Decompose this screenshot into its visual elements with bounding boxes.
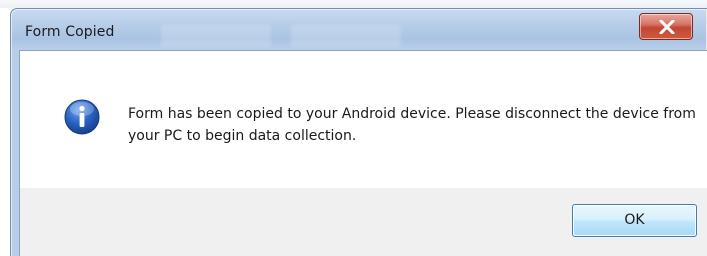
info-icon — [64, 99, 100, 135]
background-ghost — [291, 25, 401, 47]
dialog-title: Form Copied — [25, 24, 115, 40]
screen: Form Copied Form has been copied to your… — [0, 0, 707, 256]
message-area: Form has been copied to your Android dev… — [20, 51, 707, 188]
background-ghost — [161, 25, 271, 47]
dialog-message: Form has been copied to your Android dev… — [128, 106, 696, 144]
ok-button[interactable]: OK — [572, 204, 697, 237]
close-button[interactable] — [639, 13, 693, 40]
background-window — [0, 0, 707, 8]
close-icon — [659, 20, 675, 34]
dialog-body: Form has been copied to your Android dev… — [19, 50, 707, 256]
message-dialog: Form Copied Form has been copied to your… — [10, 8, 707, 256]
title-bar[interactable]: Form Copied — [11, 9, 707, 53]
